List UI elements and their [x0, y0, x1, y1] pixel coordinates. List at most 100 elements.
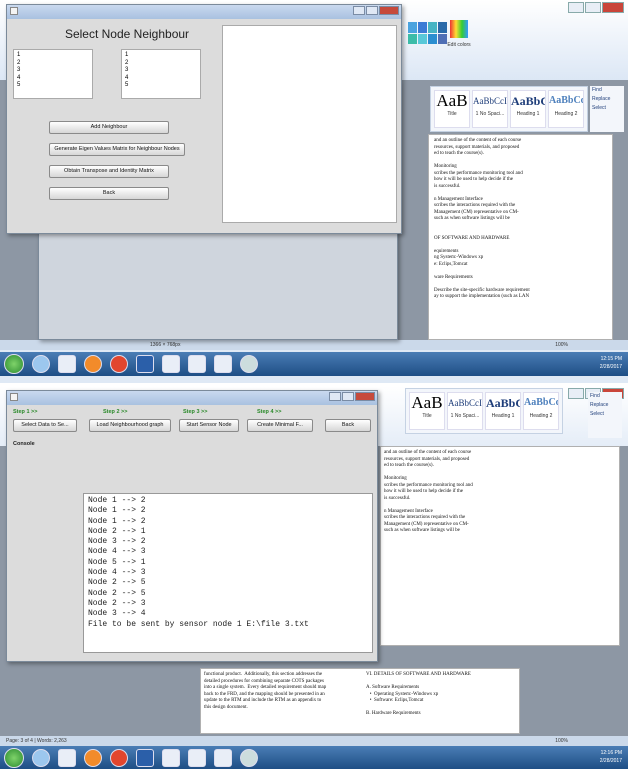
select-button[interactable]: Select: [592, 104, 624, 113]
node-list-neighbour[interactable]: 12345: [121, 49, 201, 99]
styles-gallery: AaB Title AaBbCcI 1 No Spaci... AaBbC Headi…: [430, 86, 588, 132]
console-output[interactable]: Node 1 --> 2 Node 1 --> 2 Node 1 --> 2 Node…: [83, 493, 373, 653]
console-line: Node 3 --> 2: [88, 537, 146, 547]
step-3-label: Step 3 >>: [183, 409, 208, 415]
java-app-2-icon[interactable]: [214, 355, 232, 373]
console-line: Node 4 --> 3: [88, 568, 146, 578]
document-line: ay to support the implementation (such a…: [434, 294, 530, 299]
style-no-spacing[interactable]: AaBbCcI 1 No Spaci...: [472, 90, 508, 128]
list-item: 3: [125, 67, 129, 73]
edit-colors-label: Edit colors: [447, 42, 471, 48]
replace-button[interactable]: Replace: [590, 401, 622, 410]
document-line: this design document.: [204, 704, 248, 710]
style-heading-2[interactable]: AaBbCc Heading 2: [548, 90, 584, 128]
taskbar: 12:16 PM 2/28/2017: [0, 746, 628, 769]
back-button[interactable]: Back: [49, 187, 169, 200]
document-line: and an outline of the content of each co…: [384, 450, 472, 455]
document-line: update to the RTM and include the RTM as…: [204, 698, 322, 703]
word-icon[interactable]: [136, 355, 154, 373]
style-no-spacing[interactable]: AaBbCcI 1 No Spaci...: [447, 392, 483, 430]
obtain-transpose-button[interactable]: Obtain Transpose and Identity Matrix: [49, 165, 169, 178]
start-button-icon[interactable]: [4, 354, 24, 374]
document-text-left-column: functional product. Additionally, this s…: [204, 672, 326, 711]
console-line: Node 1 --> 2: [88, 516, 146, 526]
media-player-icon[interactable]: [84, 355, 102, 373]
load-neighbourhood-graph-button[interactable]: Load Neighbourhood graph: [89, 419, 171, 432]
document-text-right-column: VI. DETAILS OF SOFTWARE AND HARDWARE A. …: [366, 672, 471, 718]
java-app-2-icon[interactable]: [214, 748, 232, 767]
word-window-controls[interactable]: [568, 2, 624, 13]
window-titlebar[interactable]: [7, 391, 377, 405]
screenshot-1: Edit colors AaB Title AaBbCcI 1 No Spaci..…: [0, 0, 628, 383]
back-button[interactable]: Back: [325, 419, 371, 432]
console-line: Node 4 --> 3: [88, 547, 146, 557]
paint-icon[interactable]: [240, 355, 258, 373]
canvas-size-label: 1366 × 768px: [150, 342, 181, 348]
java-app-icon[interactable]: [188, 748, 206, 767]
list-item: 3: [17, 67, 21, 73]
create-minimal-button[interactable]: Create Minimal F...: [247, 419, 313, 432]
style-title[interactable]: AaB Title: [409, 392, 445, 430]
generate-eigen-button[interactable]: Generate Eigen Values Matrix for Neighbo…: [49, 143, 185, 156]
style-title[interactable]: AaB Title: [434, 90, 470, 128]
media-player-icon[interactable]: [84, 748, 102, 767]
java-main-window: Step 1 >> Step 2 >> Step 3 >> Step 4 >> …: [6, 390, 378, 662]
folder-icon[interactable]: [58, 355, 76, 373]
taskbar: 12:15 PM 2/28/2017: [0, 352, 628, 376]
virtualbox-icon[interactable]: [162, 355, 180, 373]
document-line: such as when software listings will be: [384, 528, 460, 533]
console-line: Node 2 --> 3: [88, 598, 146, 608]
select-button[interactable]: Select: [590, 410, 622, 419]
console-line: Node 2 --> 1: [88, 526, 146, 536]
replace-button[interactable]: Replace: [592, 95, 624, 104]
add-neighbour-button[interactable]: Add Neighbour: [49, 121, 169, 134]
dialog-title: Select Node Neighbour: [64, 27, 190, 41]
edit-colors-icon[interactable]: [450, 20, 468, 38]
console-line: Node 5 --> 1: [88, 557, 146, 567]
document-line: into a single system. Every detailed req…: [204, 685, 327, 690]
dialog-titlebar[interactable]: [7, 5, 401, 19]
start-button-icon[interactable]: [4, 747, 24, 768]
paint-icon[interactable]: [240, 748, 258, 767]
chrome-icon[interactable]: [110, 355, 128, 373]
console-line: Node 3 --> 4: [88, 609, 146, 619]
list-item: 5: [17, 82, 21, 88]
styles-gallery: AaB Title AaBbCcI 1 No Spaci... AaBbC Headi…: [405, 388, 563, 434]
style-heading-2[interactable]: AaBbCc Heading 2: [523, 392, 559, 430]
style-heading-1[interactable]: AaBbC Heading 1: [485, 392, 521, 430]
window-controls[interactable]: [329, 392, 375, 401]
select-data-button[interactable]: Select Data to Se...: [13, 419, 77, 432]
screenshot-2: AaB Title AaBbCcI 1 No Spaci... AaBbC Headi…: [0, 386, 628, 769]
node-list-source[interactable]: 12345: [13, 49, 93, 99]
find-button[interactable]: Find: [590, 392, 622, 401]
find-button[interactable]: Find: [592, 86, 624, 95]
ie-icon[interactable]: [32, 748, 50, 767]
word-icon[interactable]: [136, 748, 154, 767]
console-label: Console: [13, 441, 35, 447]
dialog-window-controls[interactable]: [353, 6, 399, 15]
zoom-level[interactable]: 100%: [555, 738, 568, 744]
list-item: 4: [17, 74, 21, 81]
java-icon: [10, 7, 18, 15]
document-line: how it will be used to help decide if th…: [384, 489, 464, 494]
color-swatches[interactable]: [408, 22, 448, 44]
select-node-neighbour-dialog: Select Node Neighbour 12345 12345 Add Ne…: [6, 4, 402, 234]
chrome-icon[interactable]: [110, 748, 128, 767]
zoom-level[interactable]: 100%: [555, 342, 568, 348]
ie-icon[interactable]: [32, 355, 50, 373]
editing-group: Find Replace Select: [590, 86, 624, 132]
document-text: and an outline of the content of each co…: [434, 138, 530, 301]
matrix-output-panel: [222, 25, 397, 223]
style-heading-1[interactable]: AaBbC Heading 1: [510, 90, 546, 128]
list-item: 2: [125, 59, 129, 66]
page-word-count: Page: 3 of 4 | Words: 2,263: [6, 738, 67, 744]
console-line: Node 2 --> 5: [88, 588, 146, 598]
virtualbox-icon[interactable]: [162, 748, 180, 767]
system-clock: 12:15 PM 2/28/2017: [599, 356, 622, 370]
folder-icon[interactable]: [58, 748, 76, 767]
java-app-icon[interactable]: [188, 355, 206, 373]
start-sensor-node-button[interactable]: Start Sensor Node: [179, 419, 239, 432]
step-1-label: Step 1 >>: [13, 409, 38, 415]
console-line: Node 1 --> 2: [88, 506, 146, 516]
list-item: 4: [125, 74, 129, 81]
